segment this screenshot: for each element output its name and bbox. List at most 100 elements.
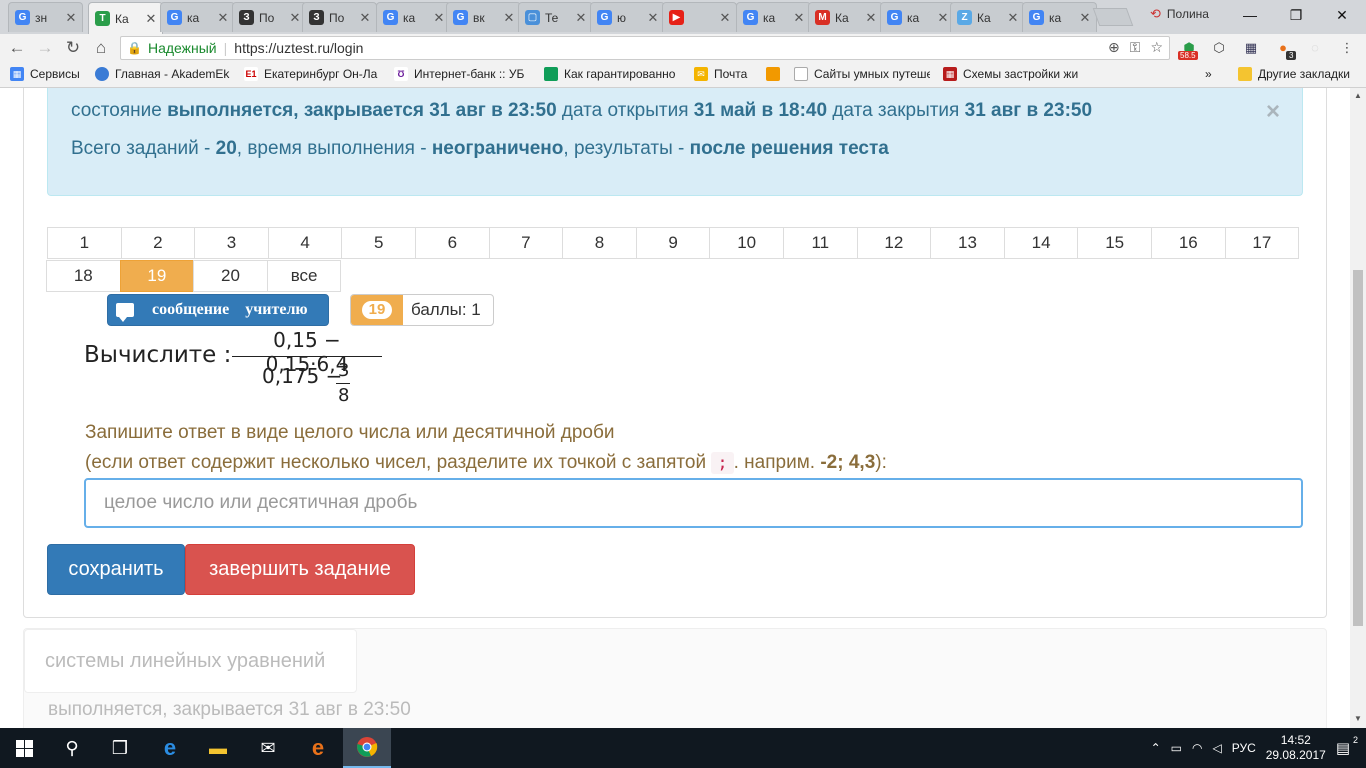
restore-button[interactable]: ❐ bbox=[1276, 4, 1316, 26]
clock[interactable]: 14:52 29.08.2017 bbox=[1266, 733, 1326, 763]
browser-tab[interactable]: Gзн ✕ bbox=[8, 2, 83, 32]
tab-close-icon[interactable]: ✕ bbox=[936, 10, 950, 26]
answer-input[interactable] bbox=[84, 478, 1303, 528]
browser-tab[interactable]: З По ✕ bbox=[232, 2, 307, 32]
bookmark-item[interactable]: E1 Екатеринбург Он-Ла bbox=[244, 67, 382, 81]
question-link[interactable]: 8 bbox=[562, 227, 637, 259]
bookmark-apps[interactable]: ▦ Сервисы bbox=[10, 67, 90, 81]
question-link[interactable]: 15 bbox=[1077, 227, 1152, 259]
question-link[interactable]: 4 bbox=[267, 227, 343, 259]
tab-close-icon[interactable]: ✕ bbox=[718, 10, 732, 26]
bookmark-item[interactable]: ▦ Схемы застройки жи bbox=[943, 67, 1079, 81]
browser-tab[interactable]: Gка ✕ bbox=[160, 2, 235, 32]
tab-close-icon[interactable]: ✕ bbox=[1006, 10, 1020, 26]
browser-tab[interactable]: З По ✕ bbox=[302, 2, 377, 32]
chrome-taskbar-icon[interactable] bbox=[343, 728, 391, 768]
tab-close-icon[interactable]: ✕ bbox=[216, 10, 230, 26]
message-teacher-button[interactable]: сообщение учителю bbox=[107, 294, 329, 326]
scroll-up-icon[interactable]: ▲ bbox=[1354, 91, 1362, 100]
battery-icon[interactable]: ▭ bbox=[1171, 741, 1182, 755]
star-icon[interactable]: ☆ bbox=[1150, 39, 1163, 56]
menu-icon[interactable]: ⋮ bbox=[1338, 39, 1356, 57]
browser-tab[interactable]: ▢ Те ✕ bbox=[518, 2, 593, 32]
mail-app-icon[interactable]: ✉ bbox=[244, 728, 292, 768]
page-scrollbar[interactable]: ▲ ▼ bbox=[1350, 88, 1366, 728]
bookmark-mail[interactable]: ✉ Почта bbox=[694, 67, 758, 81]
browser-tab[interactable]: Gю ✕ bbox=[590, 2, 665, 32]
question-link[interactable]: 10 bbox=[709, 227, 784, 259]
browser-tab[interactable]: Gка ✕ bbox=[736, 2, 811, 32]
bookmark-item[interactable]: Как гарантированно bbox=[544, 67, 682, 81]
question-link[interactable]: 5 bbox=[341, 227, 416, 259]
tab-close-icon[interactable]: ✕ bbox=[574, 10, 588, 26]
forward-icon[interactable]: → bbox=[34, 37, 56, 59]
save-button[interactable]: сохранить bbox=[47, 544, 185, 595]
tab-close-icon[interactable]: ✕ bbox=[502, 10, 516, 26]
bookmark-item[interactable]: Ʊ Интернет-банк :: УБ bbox=[394, 67, 532, 81]
language-indicator[interactable]: РУС bbox=[1232, 741, 1256, 755]
minimize-button[interactable]: — bbox=[1230, 4, 1270, 26]
question-link[interactable]: 17 bbox=[1224, 227, 1300, 259]
browser-tab[interactable]: Z Ка ✕ bbox=[950, 2, 1025, 32]
question-link[interactable]: 9 bbox=[635, 227, 711, 259]
tab-close-icon[interactable]: ✕ bbox=[1078, 10, 1092, 26]
tab-close-icon[interactable]: ✕ bbox=[646, 10, 660, 26]
zoom-icon[interactable]: ⊕ bbox=[1108, 39, 1120, 56]
search-icon[interactable]: ⚲ bbox=[48, 728, 96, 768]
browser-tab[interactable]: Gка ✕ bbox=[376, 2, 451, 32]
browser-tab[interactable]: Gка ✕ bbox=[1022, 2, 1097, 32]
question-link[interactable]: 18 bbox=[46, 260, 121, 292]
tab-close-icon[interactable]: ✕ bbox=[864, 10, 878, 26]
question-link[interactable]: 2 bbox=[120, 227, 196, 259]
tab-close-icon[interactable]: ✕ bbox=[358, 10, 372, 26]
puzzle-extension-icon[interactable]: ▦ bbox=[1242, 39, 1260, 57]
address-bar[interactable]: 🔒 Надежный | https://uztest.ru/login ⊕ ⚿… bbox=[120, 36, 1170, 60]
all-questions-link[interactable]: все bbox=[266, 260, 342, 292]
edge-icon[interactable]: e bbox=[146, 728, 194, 768]
profile-button[interactable]: ⟲ Полина bbox=[1150, 6, 1209, 22]
scrollbar-thumb[interactable] bbox=[1353, 270, 1363, 626]
close-window-button[interactable]: ✕ bbox=[1322, 4, 1362, 26]
tab-close-icon[interactable]: ✕ bbox=[792, 10, 806, 26]
question-link[interactable]: 7 bbox=[488, 227, 564, 259]
question-link[interactable]: 14 bbox=[1003, 227, 1079, 259]
notifications-icon[interactable]: ▤ 2 bbox=[1336, 735, 1358, 757]
reload-icon[interactable]: ↻ bbox=[62, 37, 84, 59]
box-extension-icon[interactable]: ⬡ bbox=[1210, 39, 1228, 57]
key-icon[interactable]: ⚿ bbox=[1130, 39, 1141, 56]
chevron-up-icon[interactable]: ⌃ bbox=[1151, 741, 1161, 755]
question-link[interactable]: 20 bbox=[193, 260, 268, 292]
bookmark-item[interactable] bbox=[766, 67, 786, 81]
tab-close-icon[interactable]: ✕ bbox=[144, 11, 158, 27]
new-tab-button[interactable] bbox=[1092, 8, 1134, 26]
question-link[interactable]: 16 bbox=[1151, 227, 1226, 259]
bookmark-item[interactable]: Главная - AkademEk bbox=[95, 67, 235, 81]
question-link[interactable]: 19 bbox=[119, 260, 195, 292]
firefox-icon[interactable]: e bbox=[294, 728, 342, 768]
browser-tab[interactable]: ▶ ✕ bbox=[662, 2, 737, 32]
browser-tab[interactable]: M Ка ✕ bbox=[808, 2, 883, 32]
home-icon[interactable]: ⌂ bbox=[90, 37, 112, 59]
question-link[interactable]: 1 bbox=[47, 227, 122, 259]
browser-tab[interactable]: T Ка ✕ bbox=[88, 2, 163, 34]
tab-close-icon[interactable]: ✕ bbox=[432, 10, 446, 26]
question-link[interactable]: 13 bbox=[930, 227, 1005, 259]
question-link[interactable]: 3 bbox=[194, 227, 269, 259]
question-link[interactable]: 11 bbox=[783, 227, 858, 259]
finish-task-button[interactable]: завершить задание bbox=[185, 544, 415, 595]
browser-tab[interactable]: Gвк ✕ bbox=[446, 2, 521, 32]
start-button[interactable] bbox=[0, 728, 48, 768]
file-explorer-icon[interactable]: ▬ bbox=[194, 728, 242, 768]
question-link[interactable]: 12 bbox=[856, 227, 932, 259]
other-bookmarks[interactable]: Другие закладки bbox=[1238, 67, 1350, 81]
disabled-extension-icon[interactable]: ◌ bbox=[1306, 39, 1324, 57]
close-icon[interactable]: × bbox=[1266, 98, 1280, 126]
next-test-title[interactable]: системы линейных уравнений bbox=[24, 629, 357, 693]
tab-close-icon[interactable]: ✕ bbox=[64, 10, 78, 26]
wifi-icon[interactable]: ◠ bbox=[1192, 741, 1202, 755]
tab-close-icon[interactable]: ✕ bbox=[288, 10, 302, 26]
bookmark-item[interactable]: Сайты умных путеше bbox=[794, 67, 930, 81]
task-view-icon[interactable]: ❒ bbox=[96, 728, 144, 768]
more-bookmarks-icon[interactable]: » bbox=[1205, 67, 1212, 81]
browser-tab[interactable]: Gка ✕ bbox=[880, 2, 955, 32]
